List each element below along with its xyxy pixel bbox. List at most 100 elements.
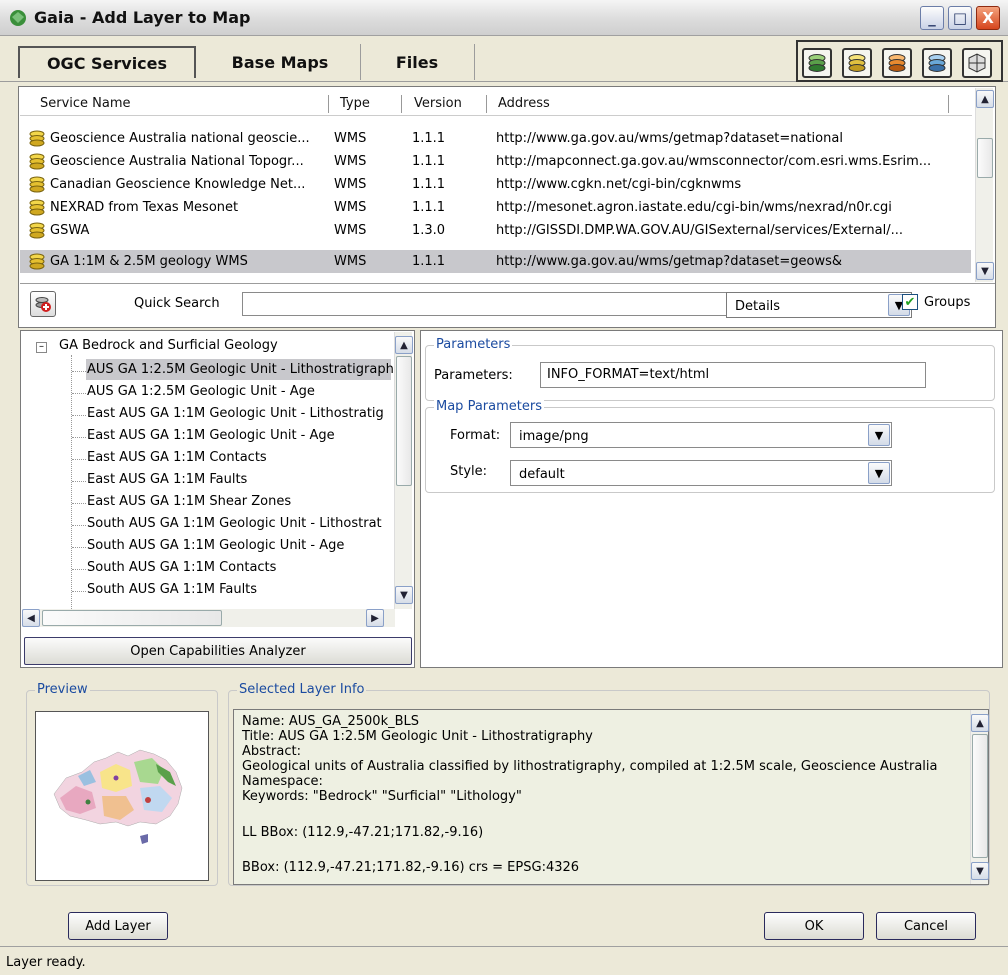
- scroll-down-icon[interactable]: ▼: [971, 862, 989, 880]
- column-type[interactable]: Type: [340, 96, 370, 111]
- tree-item[interactable]: South AUS GA 1:1M Faults: [87, 582, 257, 597]
- column-divider[interactable]: [948, 95, 949, 113]
- tree-item[interactable]: East AUS GA 1:1M Faults: [87, 472, 247, 487]
- layer-info-line: Abstract:: [242, 744, 301, 759]
- scroll-down-icon[interactable]: ▼: [395, 586, 413, 604]
- view-mode-select[interactable]: Details ▼: [726, 292, 912, 318]
- scroll-up-icon[interactable]: ▲: [976, 90, 994, 108]
- chevron-down-icon[interactable]: ▼: [868, 424, 890, 446]
- tree-connector: [72, 547, 86, 548]
- maximize-button[interactable]: □: [948, 6, 972, 30]
- parameters-panel: Parameters Parameters: INFO_FORMAT=text/…: [420, 330, 1003, 668]
- column-divider[interactable]: [401, 95, 402, 113]
- tree-item[interactable]: East AUS GA 1:1M Geologic Unit - Age: [87, 428, 335, 443]
- preview-title: Preview: [35, 682, 90, 697]
- tree-item[interactable]: East AUS GA 1:1M Contacts: [87, 450, 267, 465]
- title-bar: Gaia - Add Layer to Map _ □ X: [0, 0, 1008, 36]
- tree-vertical-scrollbar[interactable]: ▲ ▼: [394, 332, 413, 609]
- layers-orange-icon[interactable]: [882, 48, 912, 78]
- scroll-thumb[interactable]: [396, 356, 412, 486]
- layers-blue-icon[interactable]: [922, 48, 952, 78]
- column-divider[interactable]: [328, 95, 329, 113]
- gaia-app-icon: [10, 10, 26, 26]
- tree-connector: [72, 591, 86, 592]
- quick-search-input[interactable]: [242, 292, 738, 316]
- service-row[interactable]: GSWA WMS 1.3.0 http://GISSDI.DMP.WA.GOV.…: [20, 219, 971, 242]
- collapse-icon[interactable]: –: [36, 342, 47, 353]
- layer-info-text[interactable]: Name: AUS_GA_2500k_BLS Title: AUS GA 1:2…: [233, 709, 989, 885]
- scroll-thumb[interactable]: [42, 610, 222, 626]
- tab-base-maps[interactable]: Base Maps: [200, 46, 360, 78]
- groups-checkbox[interactable]: ✔: [902, 294, 918, 310]
- parameters-input[interactable]: INFO_FORMAT=text/html: [540, 362, 926, 388]
- scroll-thumb[interactable]: [972, 734, 988, 858]
- cancel-button[interactable]: Cancel: [876, 912, 976, 940]
- scroll-thumb[interactable]: [977, 138, 993, 178]
- parameters-group: Parameters Parameters: INFO_FORMAT=text/…: [425, 337, 995, 401]
- tab-divider: [474, 44, 475, 80]
- service-row-selected[interactable]: GA 1:1M & 2.5M geology WMS WMS 1.1.1 htt…: [20, 250, 971, 273]
- service-row[interactable]: Canadian Geoscience Knowledge Net... WMS…: [20, 173, 971, 196]
- column-version[interactable]: Version: [414, 96, 462, 111]
- layers-green-icon[interactable]: [802, 48, 832, 78]
- tree-item[interactable]: AUS GA 1:2.5M Geologic Unit - Age: [87, 384, 315, 399]
- style-select[interactable]: default ▼: [510, 460, 892, 486]
- service-row[interactable]: Geoscience Australia National Topogr... …: [20, 150, 971, 173]
- map-parameters-group-title: Map Parameters: [434, 399, 544, 414]
- tree-root[interactable]: GA Bedrock and Surficial Geology: [59, 338, 278, 353]
- scroll-right-icon[interactable]: ▶: [366, 609, 384, 627]
- tree-item[interactable]: South AUS GA 1:1M Geologic Unit - Lithos…: [87, 516, 382, 531]
- scroll-up-icon[interactable]: ▲: [971, 714, 989, 732]
- service-row[interactable]: NEXRAD from Texas Mesonet WMS 1.1.1 http…: [20, 196, 971, 219]
- add-service-icon: [35, 297, 51, 312]
- column-divider[interactable]: [486, 95, 487, 113]
- tree-connector: [72, 415, 86, 416]
- tree-item[interactable]: South AUS GA 1:1M Contacts: [87, 560, 276, 575]
- tree-connector: [72, 393, 86, 394]
- service-name: Geoscience Australia National Topogr...: [50, 154, 304, 169]
- tab-ogc-services[interactable]: OGC Services: [18, 46, 196, 78]
- tree-item[interactable]: East AUS GA 1:1M Shear Zones: [87, 494, 291, 509]
- service-name: GA 1:1M & 2.5M geology WMS: [50, 254, 248, 269]
- service-version: 1.1.1: [412, 177, 446, 192]
- open-capabilities-analyzer-button[interactable]: Open Capabilities Analyzer: [24, 637, 412, 665]
- service-address: http://www.cgkn.net/cgi-bin/cgknwms: [496, 177, 742, 192]
- layer-info-line: BBox: (112.9,-47.21;171.82,-9.16) crs = …: [242, 860, 580, 875]
- style-label: Style:: [450, 464, 488, 479]
- tree-connector: [72, 371, 86, 372]
- layers-yellow-icon[interactable]: [842, 48, 872, 78]
- service-name: GSWA: [50, 223, 90, 238]
- service-layers-icon: [29, 153, 45, 170]
- window-title: Gaia - Add Layer to Map: [34, 8, 251, 27]
- scroll-down-icon[interactable]: ▼: [976, 262, 994, 280]
- selected-layer-info-title: Selected Layer Info: [237, 682, 367, 697]
- chevron-down-icon[interactable]: ▼: [868, 462, 890, 484]
- service-name: Canadian Geoscience Knowledge Net...: [50, 177, 306, 192]
- scroll-up-icon[interactable]: ▲: [395, 336, 413, 354]
- info-scrollbar[interactable]: ▲ ▼: [970, 710, 989, 884]
- add-layer-button[interactable]: Add Layer: [68, 912, 168, 940]
- quick-search-label: Quick Search: [134, 296, 220, 311]
- format-select[interactable]: image/png ▼: [510, 422, 892, 448]
- scroll-left-icon[interactable]: ◀: [22, 609, 40, 627]
- close-button[interactable]: X: [976, 6, 1000, 30]
- tree-item[interactable]: AUS GA 1:2.5M Geologic Unit - Lithostrat…: [87, 362, 402, 377]
- service-address: http://mesonet.agron.iastate.edu/cgi-bin…: [496, 200, 892, 215]
- layers-grid-icon[interactable]: [962, 48, 992, 78]
- column-service-name[interactable]: Service Name: [40, 96, 131, 111]
- service-row[interactable]: Geoscience Australia national geoscie...…: [20, 127, 971, 150]
- tree-item[interactable]: East AUS GA 1:1M Geologic Unit - Lithost…: [87, 406, 384, 421]
- tab-files[interactable]: Files: [362, 46, 472, 78]
- tree-horizontal-scrollbar[interactable]: ◀ ▶: [22, 609, 395, 627]
- ok-button[interactable]: OK: [764, 912, 864, 940]
- minimize-button[interactable]: _: [920, 6, 944, 30]
- layer-info-line: Namespace:: [242, 774, 323, 789]
- service-type: WMS: [334, 177, 367, 192]
- services-scrollbar[interactable]: ▲ ▼: [975, 88, 994, 282]
- add-service-button[interactable]: [30, 291, 56, 317]
- parameters-label: Parameters:: [434, 368, 513, 383]
- tree-item[interactable]: South AUS GA 1:1M Geologic Unit - Age: [87, 538, 344, 553]
- style-value: default: [519, 467, 565, 482]
- service-layers-icon: [29, 199, 45, 216]
- column-address[interactable]: Address: [498, 96, 550, 111]
